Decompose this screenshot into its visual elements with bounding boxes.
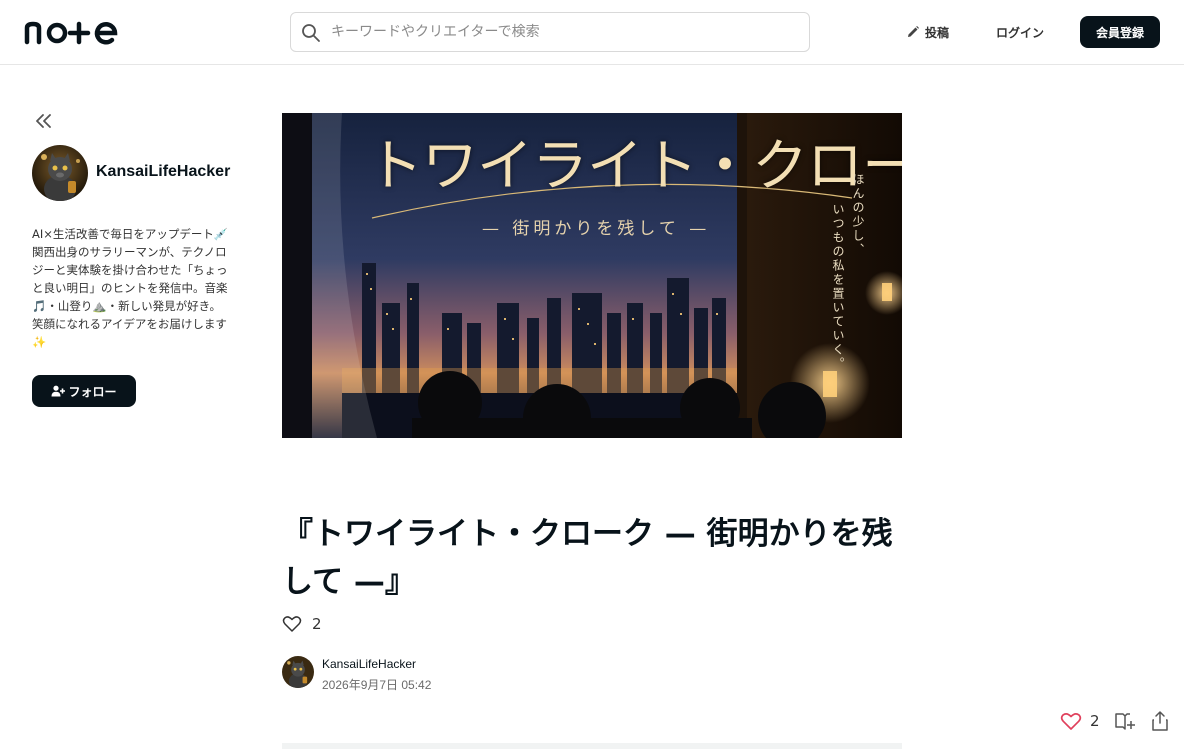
article-content-top [282,743,902,749]
heart-icon[interactable] [282,614,302,634]
author-avatar[interactable] [282,656,314,688]
hero-title-text: トワイライト・クローク [367,134,902,199]
post-label: 投稿 [925,25,950,40]
author-name[interactable]: KansaiLifeHacker [322,657,416,671]
add-to-magazine-button[interactable] [1114,709,1136,733]
article-title: 『トワイライト・クローク — 街明かりを残して —』 [282,516,893,600]
creator-bio: AI×生活改善で毎日をアップデート💉 関西出身のサラリーマンが、テクノロジーと実… [32,227,229,349]
add-magazine-icon [1115,713,1135,730]
like-count: 2 [312,615,322,633]
share-button[interactable] [1150,709,1170,733]
floating-like-count: 2 [1090,712,1100,730]
article-like-row: 2 [282,614,322,634]
search-input[interactable] [331,13,801,51]
login-button[interactable]: ログイン [996,20,1044,44]
hero-subtitle-text: — 街明かりを残して — [482,219,711,239]
note-logo[interactable] [24,18,124,46]
creator-name[interactable]: KansaiLifeHacker [96,163,230,181]
collapse-sidebar-icon[interactable] [34,112,54,130]
post-date: 2026年9月7日 05:42 [322,678,432,692]
hero-image: トワイライト・クローク — 街明かりを残して — ほんの少し、 いつもの私を置い… [282,113,902,438]
follow-button[interactable]: フォロー [32,375,136,407]
site-header: 投稿 ログイン 会員登録 [0,0,1184,65]
share-icon [1152,711,1168,731]
post-button[interactable]: 投稿 [906,20,949,44]
search-icon [302,24,320,42]
search-box[interactable] [290,12,810,52]
heart-icon [1060,712,1082,730]
signup-label: 会員登録 [1095,25,1144,40]
login-label: ログイン [996,25,1045,40]
pencil-icon [908,26,919,37]
add-user-icon [51,385,66,397]
creator-avatar[interactable] [32,145,88,201]
hero-vertical-line-2: いつもの私を置いていく。 [831,203,845,371]
signup-button[interactable]: 会員登録 [1080,16,1160,48]
hero-vertical-line-1: ほんの少し、 [851,173,865,257]
follow-label: フォロー [68,384,117,399]
floating-like-button[interactable]: 2 [1060,709,1100,733]
